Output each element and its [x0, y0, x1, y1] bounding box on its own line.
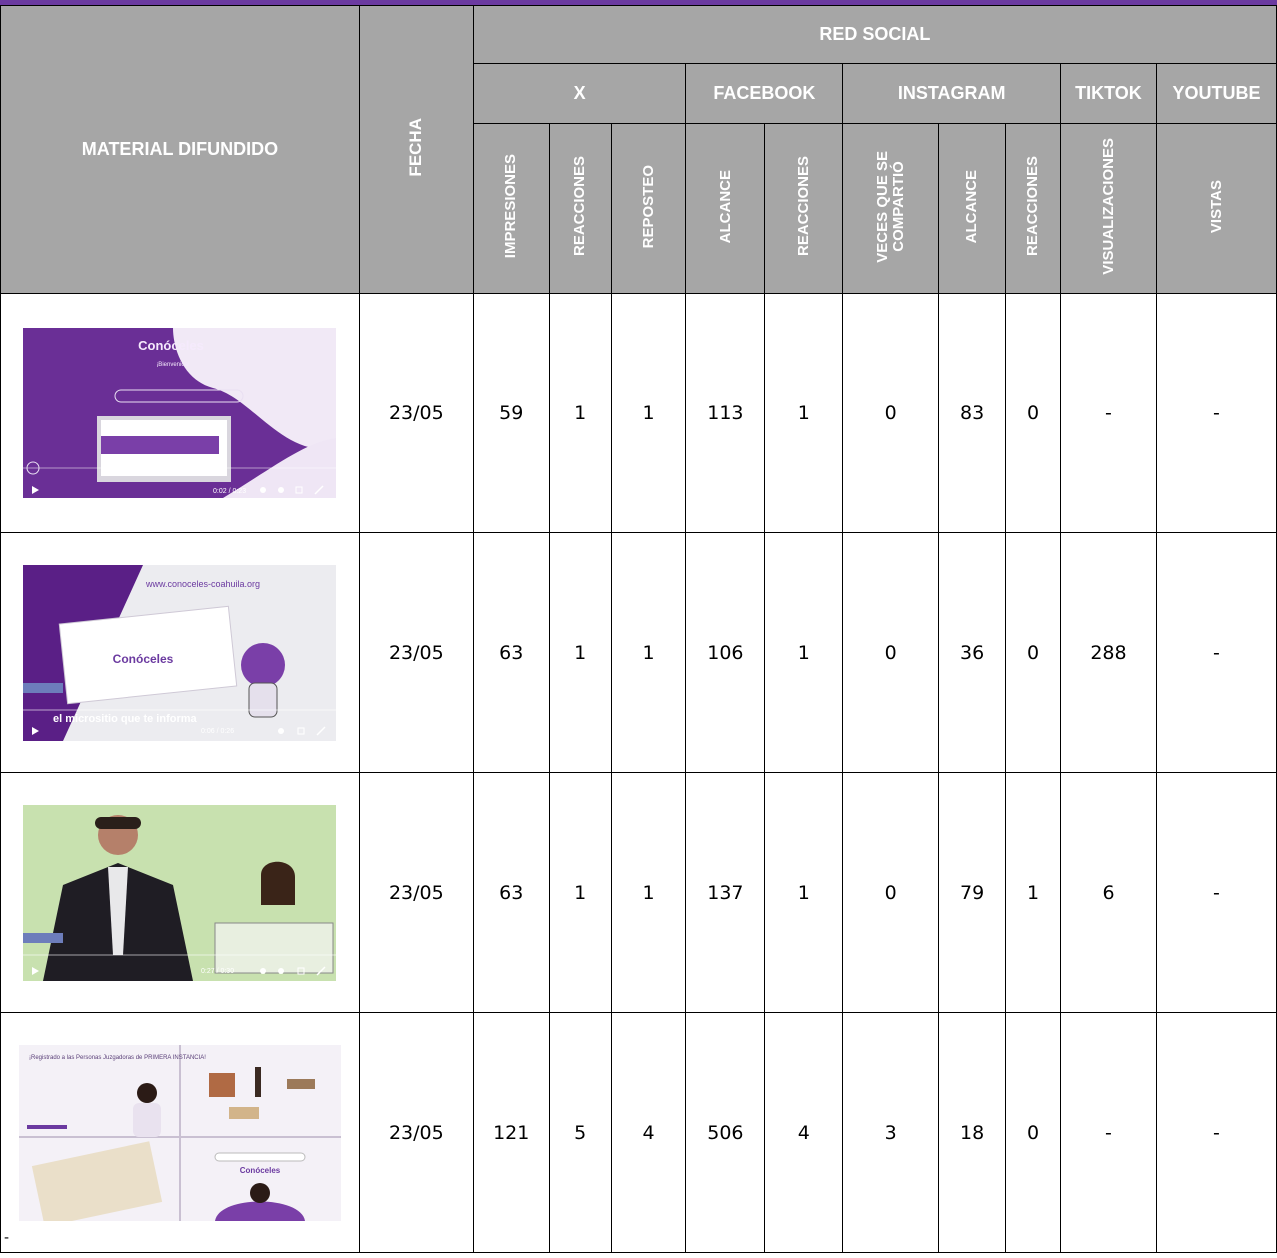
- cell-fecha: 23/05: [358, 772, 474, 1013]
- cell-fecha: 23/05: [358, 532, 474, 773]
- cell-x-reacciones: 1: [548, 772, 612, 1013]
- cell-tt-visualizaciones: -: [1060, 1012, 1157, 1253]
- header-ig-alcance: ALCANCE: [938, 123, 1007, 294]
- cell-x-impresiones: 121: [472, 1012, 550, 1253]
- cell-ig-alcance: 18: [938, 1012, 1007, 1253]
- header-network-tiktok: TIKTOK: [1060, 63, 1157, 124]
- cell-fb-alcance: 137: [685, 772, 766, 1013]
- thumb-time: 0:02 / 0:23: [213, 488, 246, 495]
- thumb-time: 0:27 / 0:30: [201, 968, 234, 975]
- thumb-url: www.conoceles-coahuila.org: [145, 579, 260, 589]
- video-thumbnail[interactable]: www.conoceles-coahuila.org Conóceles el …: [23, 564, 337, 741]
- material-cell: Conóceles ¡Bienvenida! 0:02 / 0:23: [0, 293, 360, 533]
- header-network-youtube: YOUTUBE: [1155, 63, 1277, 124]
- cell-x-reposteo: 1: [610, 772, 687, 1013]
- thumb-title: Conóceles: [240, 1166, 281, 1175]
- header-fecha: FECHA: [358, 5, 474, 294]
- cell-x-reacciones: 1: [548, 532, 612, 773]
- header-network-x: X: [472, 63, 687, 124]
- material-cell: www.conoceles-coahuila.org Conóceles el …: [0, 532, 360, 773]
- thumb-heading: ¡Registrado a las Personas Juzgadoras de…: [29, 1055, 206, 1061]
- table-row: Conóceles ¡Bienvenida! 0:02 / 0:23 23/05…: [0, 293, 1277, 533]
- cell-fb-reacciones: 1: [764, 532, 844, 773]
- cell-fb-alcance: 506: [685, 1012, 766, 1253]
- thumb-caption: el micrositio que te informa: [53, 713, 198, 725]
- social-media-report-table: MATERIAL DIFUNDIDO FECHA RED SOCIAL X FA…: [0, 5, 1277, 1253]
- header-network-instagram: INSTAGRAM: [842, 63, 1062, 124]
- cell-ig-reacciones: 0: [1005, 1012, 1062, 1253]
- cell-tt-visualizaciones: 6: [1060, 772, 1157, 1013]
- cell-fecha: 23/05: [358, 1012, 474, 1253]
- cell-fb-alcance: 113: [685, 293, 766, 533]
- cell-fb-reacciones: 1: [764, 772, 844, 1013]
- header-tt-visualizaciones: VISUALIZACIONES: [1060, 123, 1157, 294]
- material-cell: 0:27 / 0:30: [0, 772, 360, 1013]
- header-x-reposteo: REPOSTEO: [610, 123, 687, 294]
- cell-yt-vistas: -: [1155, 772, 1277, 1013]
- thumb-title: Conóceles: [113, 652, 174, 666]
- dash-mark: -: [4, 1230, 10, 1246]
- video-thumbnail[interactable]: 0:27 / 0:30: [23, 804, 337, 981]
- table-row: 0:27 / 0:30 23/05 63 1 1 137 1 0 79 1 6 …: [0, 772, 1277, 1013]
- cell-ig-reacciones: 0: [1005, 293, 1062, 533]
- header-x-reacciones: REACCIONES: [548, 123, 612, 294]
- cell-fb-alcance: 106: [685, 532, 766, 773]
- cell-x-impresiones: 59: [472, 293, 550, 533]
- cell-ig-reacciones: 0: [1005, 532, 1062, 773]
- header-network-facebook: FACEBOOK: [685, 63, 844, 124]
- header-x-impresiones: IMPRESIONES: [472, 123, 550, 294]
- cell-x-reacciones: 5: [548, 1012, 612, 1253]
- header-ig-reacciones: REACCIONES: [1005, 123, 1062, 294]
- cell-tt-visualizaciones: 288: [1060, 532, 1157, 773]
- cell-ig-veces: 0: [842, 772, 940, 1013]
- header-ig-veces-compartio: VECES QUE SE COMPARTIÓ: [842, 123, 940, 294]
- header-red-social: RED SOCIAL: [472, 5, 1277, 64]
- thumb-title: Conóceles: [139, 338, 205, 353]
- cell-fb-reacciones: 4: [764, 1012, 844, 1253]
- cell-yt-vistas: -: [1155, 1012, 1277, 1253]
- table-row: - ¡Registrado a las Personas Juzgadoras …: [0, 1012, 1277, 1253]
- header-yt-vistas: VISTAS: [1155, 123, 1277, 294]
- cell-tt-visualizaciones: -: [1060, 293, 1157, 533]
- cell-ig-alcance: 36: [938, 532, 1007, 773]
- cell-ig-veces: 0: [842, 293, 940, 533]
- header-fb-reacciones: REACCIONES: [764, 123, 844, 294]
- cell-x-reacciones: 1: [548, 293, 612, 533]
- cell-yt-vistas: -: [1155, 293, 1277, 533]
- table-row: www.conoceles-coahuila.org Conóceles el …: [0, 532, 1277, 773]
- cell-x-impresiones: 63: [472, 532, 550, 773]
- cell-fecha: 23/05: [358, 293, 474, 533]
- cell-fb-reacciones: 1: [764, 293, 844, 533]
- cell-x-reposteo: 1: [610, 532, 687, 773]
- header-material-difundido: MATERIAL DIFUNDIDO: [0, 5, 360, 294]
- material-cell: - ¡Registrado a las Personas Juzgadoras …: [0, 1012, 360, 1253]
- cell-x-impresiones: 63: [472, 772, 550, 1013]
- video-thumbnail[interactable]: Conóceles ¡Bienvenida! 0:02 / 0:23: [23, 328, 337, 498]
- cell-x-reposteo: 1: [610, 293, 687, 533]
- header-fb-alcance: ALCANCE: [685, 123, 766, 294]
- video-thumbnail[interactable]: ¡Registrado a las Personas Juzgadoras de…: [18, 1044, 341, 1221]
- thumb-time: 0:06 / 0:26: [201, 728, 234, 735]
- cell-ig-veces: 3: [842, 1012, 940, 1253]
- cell-ig-reacciones: 1: [1005, 772, 1062, 1013]
- cell-yt-vistas: -: [1155, 532, 1277, 773]
- thumb-subtitle: ¡Bienvenida!: [157, 362, 191, 368]
- cell-ig-alcance: 83: [938, 293, 1007, 533]
- cell-ig-veces: 0: [842, 532, 940, 773]
- cell-x-reposteo: 4: [610, 1012, 687, 1253]
- cell-ig-alcance: 79: [938, 772, 1007, 1013]
